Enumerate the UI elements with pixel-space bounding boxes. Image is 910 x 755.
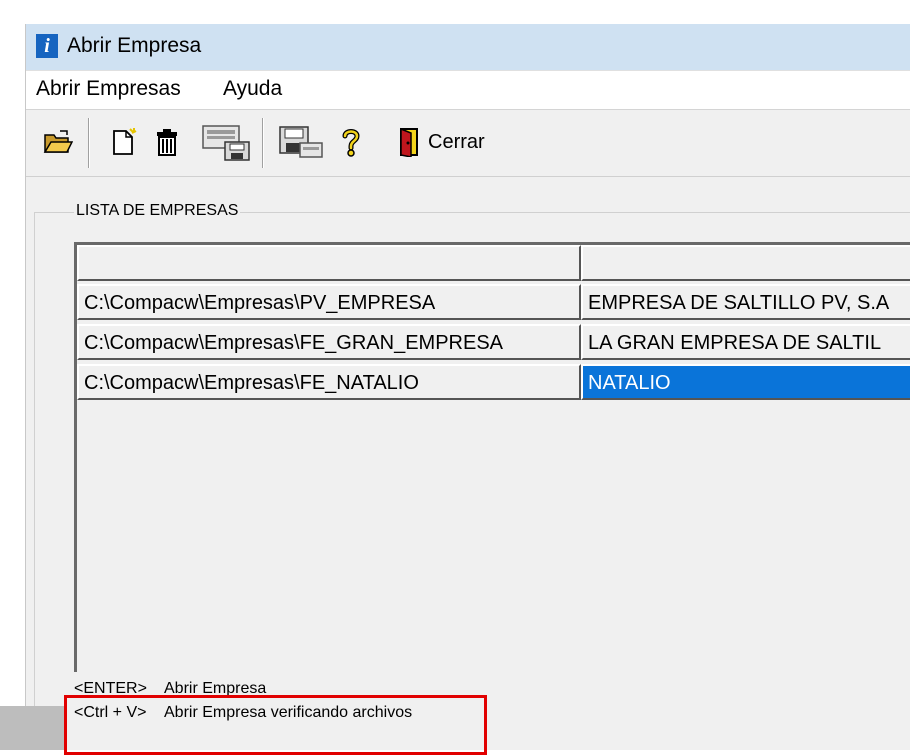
background-strip [0,706,66,750]
table-header-name[interactable] [581,245,910,281]
abrir-empresa-window: i Abrir Empresa Abrir Empresas Ayuda Cer… [25,24,910,750]
table-header-path[interactable] [77,245,581,281]
exit-door-icon [400,127,418,157]
group-border [34,212,35,732]
restore-company-button[interactable] [274,124,328,160]
new-company-button[interactable] [106,124,142,160]
company-list-label: LISTA DE EMPRESAS [74,202,241,220]
menu-abrir-empresas[interactable]: Abrir Empresas [36,77,181,101]
company-table: C:\Compacw\Empresas\PV_EMPRESA EMPRESA D… [74,242,910,672]
window-title: Abrir Empresa [67,34,202,57]
close-button[interactable]: Cerrar [398,124,508,160]
title-bar: i Abrir Empresa [26,24,910,71]
company-name-cell-selected[interactable]: NATALIO [581,364,910,400]
company-name-cell[interactable]: LA GRAN EMPRESA DE SALTIL [581,324,910,360]
company-name-cell[interactable]: EMPRESA DE SALTILLO PV, S.A [581,284,910,320]
help-button[interactable] [336,124,366,160]
trash-icon [157,129,177,156]
floppy-copy-icon [202,125,250,161]
delete-company-button[interactable] [150,124,184,160]
company-path-cell[interactable]: C:\Compacw\Empresas\FE_GRAN_EMPRESA [77,324,581,360]
toolbar-separator [88,118,90,168]
floppy-restore-icon [279,126,323,158]
new-file-icon [113,128,137,155]
backup-company-button[interactable] [198,124,254,161]
company-path-cell[interactable]: C:\Compacw\Empresas\PV_EMPRESA [77,284,581,320]
company-path-cell[interactable]: C:\Compacw\Empresas\FE_NATALIO [77,364,581,400]
menu-bar: Abrir Empresas Ayuda [26,71,910,110]
open-folder-button[interactable] [38,124,78,160]
toolbar: Cerrar [26,110,910,177]
help-question-icon [342,129,360,157]
highlight-box [64,695,487,755]
app-info-icon: i [36,34,58,58]
close-button-label: Cerrar [428,130,485,153]
toolbar-separator [262,118,264,168]
menu-ayuda[interactable]: Ayuda [223,77,282,101]
open-folder-icon [43,130,73,153]
